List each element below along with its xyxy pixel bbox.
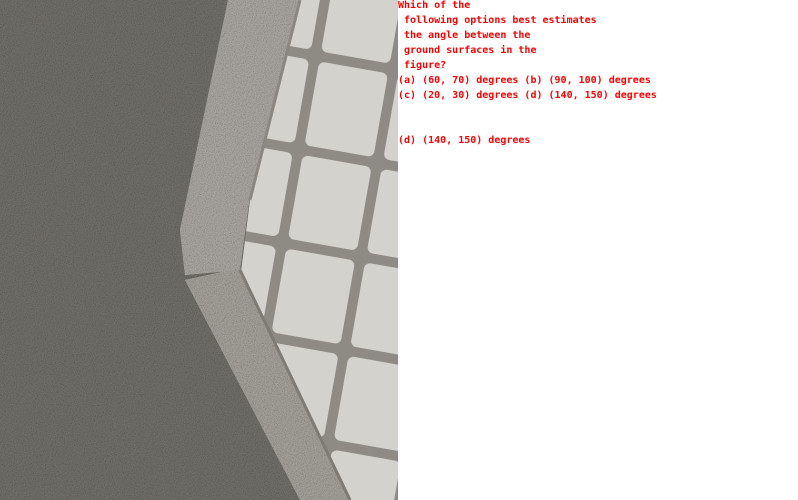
question-line: following options best estimates bbox=[398, 15, 597, 26]
options-line: (a) (60, 70) degrees (b) (90, 100) degre… bbox=[398, 75, 651, 86]
question-line: the angle between the bbox=[398, 30, 531, 41]
question-line: ground surfaces in the bbox=[398, 45, 537, 56]
options-line: (c) (20, 30) degrees (d) (140, 150) degr… bbox=[398, 90, 657, 101]
pavement-photo bbox=[0, 0, 398, 500]
question-line: figure? bbox=[398, 60, 447, 71]
question-line: Which of the bbox=[398, 0, 471, 11]
answer-text: (d) (140, 150) degrees bbox=[398, 135, 531, 146]
